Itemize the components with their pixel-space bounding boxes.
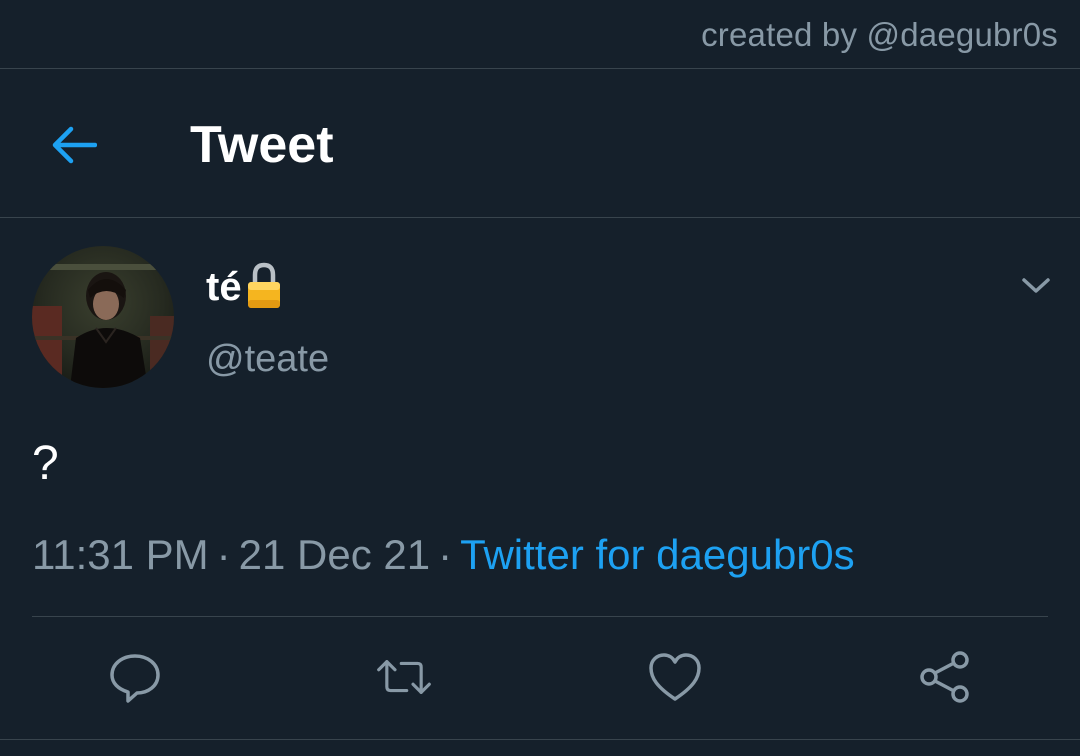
reply-icon [110,654,160,703]
page-title: Tweet [190,116,334,174]
lock-icon [247,262,280,308]
chevron-down-icon [1022,278,1050,293]
more-options-button[interactable] [1016,266,1056,306]
meta-separator: · [438,531,453,578]
author-display-name: té [206,264,242,309]
tweet-metadata: 11:31 PM · 21 Dec 21 · Twitter for daegubr0s [32,531,855,579]
like-button[interactable] [647,649,703,705]
author-name-row[interactable]: té [206,262,284,310]
retweet-icon [377,660,431,694]
share-button[interactable] [917,649,973,705]
top-app-bar: Tweet [0,69,1080,218]
profile-photo [32,246,174,388]
tweet-detail-screen: created by @daegubr0s Tweet té @teate ? … [0,0,1080,756]
tweet-date: 21 Dec 21 [238,531,431,578]
arrow-left-icon [52,126,97,164]
share-icon [920,651,969,703]
reply-button[interactable] [107,649,163,705]
avatar[interactable] [32,246,174,388]
back-button[interactable] [44,117,104,173]
author-handle[interactable]: @teate [206,338,329,381]
watermark-bar: created by @daegubr0s [0,0,1080,69]
tweet-action-bar [0,617,1080,740]
meta-separator: · [216,531,231,578]
tweet-time: 11:31 PM [32,531,209,578]
retweet-button[interactable] [376,649,432,705]
tweet-source-link[interactable]: Twitter for daegubr0s [460,531,855,578]
heart-icon [649,653,701,701]
tweet-text: ? [32,437,59,490]
watermark-text: created by @daegubr0s [701,16,1058,53]
